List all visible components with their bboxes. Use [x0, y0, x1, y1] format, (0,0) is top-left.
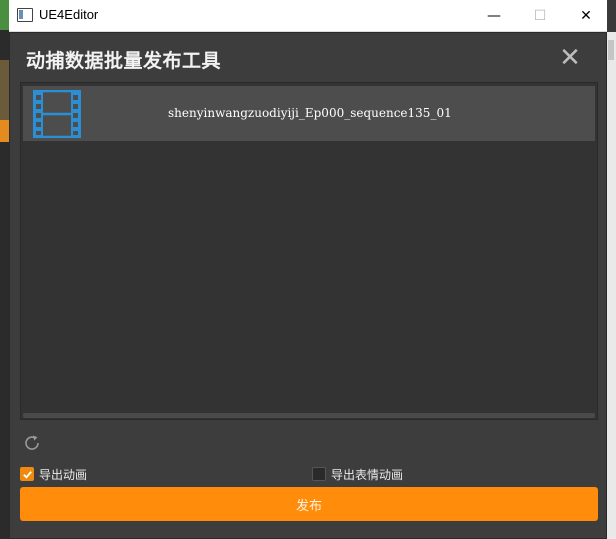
- export-facial-animation-checkbox[interactable]: [312, 467, 326, 481]
- dialog-title: 动捕数据批量发布工具: [26, 50, 222, 72]
- desktop-fragment: [0, 0, 9, 30]
- publish-button[interactable]: 发布: [20, 487, 598, 521]
- export-facial-animation-label: 导出表情动画: [331, 467, 404, 482]
- minimize-button[interactable]: —: [471, 0, 517, 32]
- app-window-icon: [17, 8, 33, 22]
- sequence-name: shenyinwangzuodiyiji_Ep000_sequence135_0…: [168, 106, 452, 120]
- export-facial-animation-option[interactable]: 导出表情动画: [312, 465, 403, 483]
- background-scrollbar-thumb: [608, 40, 614, 60]
- dialog-close-icon[interactable]: ✕: [556, 45, 584, 73]
- list-item[interactable]: shenyinwangzuodiyiji_Ep000_sequence135_0…: [23, 86, 595, 141]
- publish-dialog: 动捕数据批量发布工具 ✕ shenyinwangzuodiyiji_Ep000_…: [9, 32, 607, 539]
- sequence-list[interactable]: shenyinwangzuodiyiji_Ep000_sequence135_0…: [20, 82, 598, 420]
- desktop-background-right: [607, 32, 616, 539]
- desktop-fragment: [0, 120, 9, 142]
- refresh-icon[interactable]: [22, 433, 42, 453]
- maximize-button[interactable]: ☐: [517, 0, 563, 32]
- desktop-background-left: [0, 0, 9, 539]
- horizontal-scrollbar[interactable]: [23, 413, 595, 418]
- export-animation-checkbox[interactable]: [20, 467, 34, 481]
- checkmark-icon: [22, 470, 32, 479]
- window-titlebar[interactable]: UE4Editor — ☐ ✕: [9, 0, 607, 32]
- window-close-button[interactable]: ✕: [563, 0, 609, 32]
- export-animation-label: 导出动画: [39, 467, 88, 482]
- film-icon: [33, 90, 81, 138]
- export-animation-option[interactable]: 导出动画: [20, 465, 87, 483]
- window-title: UE4Editor: [39, 7, 99, 22]
